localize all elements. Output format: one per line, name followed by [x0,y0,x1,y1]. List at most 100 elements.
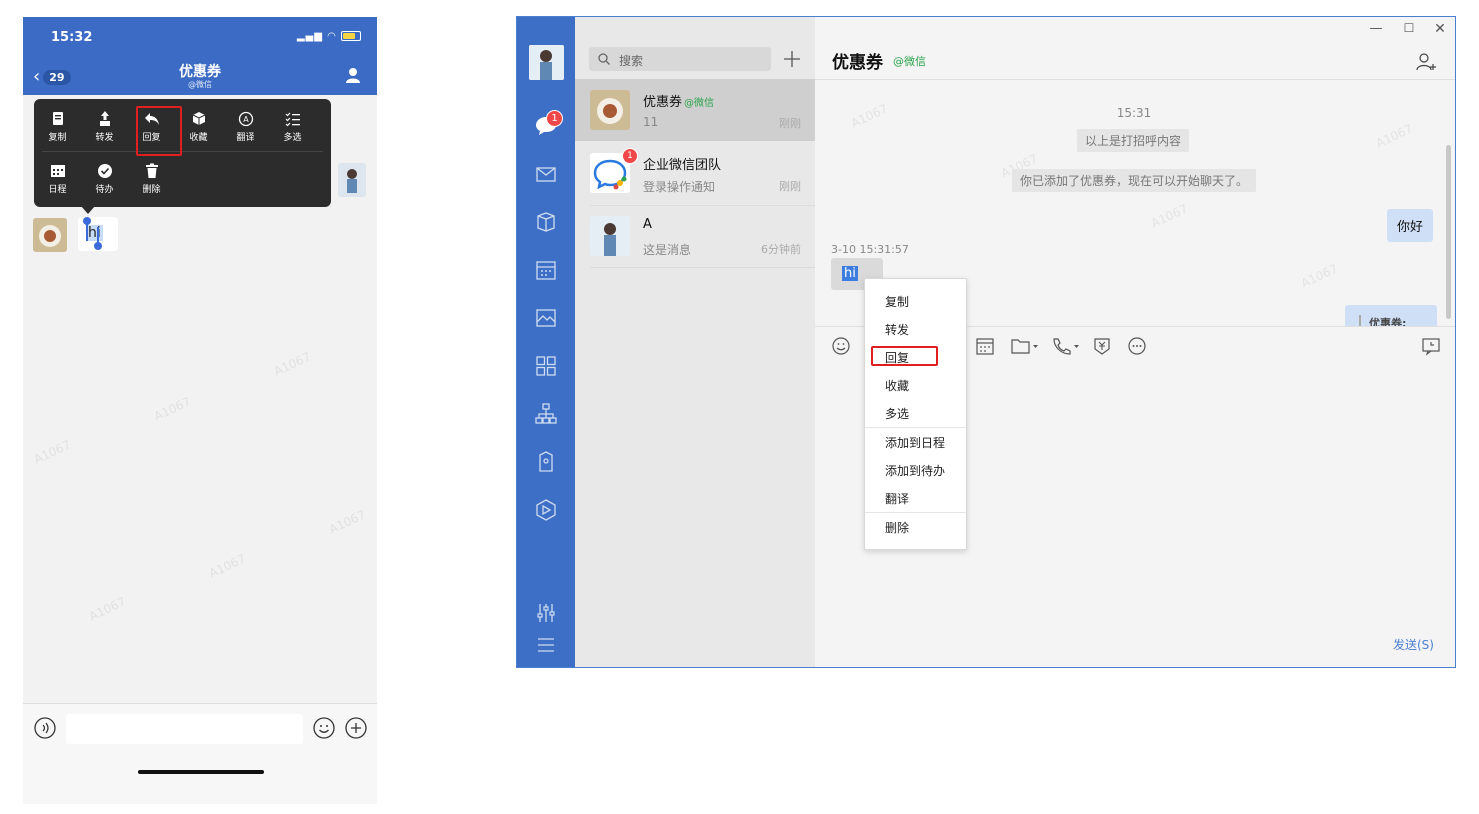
menu-multiselect[interactable]: 多选 [269,111,316,143]
incoming-message-text[interactable]: hi [842,266,858,281]
quote-label: 优惠券: [1359,315,1406,326]
system-message: 你已添加了优惠券，现在可以开始聊天了。 [1012,169,1257,192]
phone-icon[interactable] [1051,336,1081,356]
translate-icon: A [238,111,253,127]
menu-forward[interactable]: 转发 [81,111,128,143]
hamburger-menu-icon[interactable] [534,633,558,657]
calendar-icon[interactable] [534,258,558,282]
check-circle-icon [97,164,112,178]
watermark: A1067 [1373,121,1415,151]
more-icon[interactable] [1127,336,1147,356]
scrollbar[interactable] [1446,145,1451,319]
watermark: A1067 [151,394,193,424]
conversation-time: 刚刚 [779,180,801,193]
conversation-time: 刚刚 [779,117,801,130]
menu-divider [865,512,966,513]
menu-row: 日程 待办 删除 [34,163,331,195]
outgoing-message[interactable]: 你好 [1387,209,1434,242]
hexagon-icon[interactable] [534,498,558,522]
menu-schedule[interactable]: 日程 [34,163,81,195]
voice-icon[interactable] [34,717,56,739]
conversation-avatar [590,90,630,130]
mobile-screen: A1067 A1067 A1067 A1067 A1067 A1067 A106… [23,17,377,804]
wechat-tag: @微信 [893,55,926,68]
add-member-icon[interactable] [1415,51,1437,73]
menu-copy[interactable]: 复制 [34,111,81,143]
document-cube-icon[interactable] [534,210,558,234]
unread-badge: 1 [546,110,563,127]
menu-delete[interactable]: 删除 [128,163,175,195]
menu-item-forward[interactable]: 转发 [885,321,909,338]
conversation-item[interactable]: A 这是消息 6分钟前 [575,205,815,267]
search-icon [598,53,610,65]
conversation-name: A [643,217,652,232]
conversation-item[interactable]: 优惠券 @微信 11 刚刚 [575,79,815,141]
minimize-button[interactable]: — [1368,21,1384,37]
contact-avatar[interactable] [33,218,67,252]
status-indicators: ▂▄▆ ◠ [297,31,361,42]
message-text-selected[interactable]: hi [86,225,103,241]
history-icon[interactable] [1421,336,1441,356]
own-avatar[interactable] [338,163,366,197]
message-action-menu: 复制 转发 回复 收藏 A 翻译 多选 日程 待办 删除 [34,99,331,207]
menu-favorite[interactable]: 收藏 [175,111,222,143]
signal-icon: ▂▄▆ [296,31,323,42]
plus-icon[interactable] [781,48,803,70]
send-button[interactable]: 发送(S) [1393,636,1434,653]
menu-item-translate[interactable]: 翻译 [885,490,909,507]
menu-item-add-schedule[interactable]: 添加到日程 [885,434,945,451]
mail-icon[interactable] [534,162,558,186]
plus-icon[interactable] [345,717,367,739]
watermark: A1067 [86,594,128,624]
conversation-item[interactable]: 1 企业微信团队 登录操作通知 刚刚 [575,142,815,204]
menu-item-add-todo[interactable]: 添加到待办 [885,462,945,479]
context-menu: 复制 转发 回复 收藏 多选 添加到日程 添加到待办 翻译 删除 [864,278,967,550]
watermark: A1067 [206,551,248,581]
folder-icon[interactable] [1010,336,1040,356]
menu-item-copy[interactable]: 复制 [885,293,909,310]
red-packet-icon[interactable] [1092,336,1112,356]
menu-translate[interactable]: A 翻译 [222,111,269,143]
watermark: A1067 [1298,261,1340,291]
message-timestamp: 3-10 15:31:57 [831,243,909,256]
close-button[interactable]: ✕ [1432,21,1448,37]
svg-text:A: A [243,115,249,124]
selection-caret [86,223,88,241]
emoji-icon[interactable] [313,717,335,739]
search-box[interactable]: 搜索 [589,47,771,71]
conversation-preview: 登录操作通知 [643,180,716,194]
apps-grid-icon[interactable] [534,354,558,378]
system-timestamp: 15:31 [1116,106,1152,120]
menu-item-multiselect[interactable]: 多选 [885,405,909,422]
tag-icon[interactable] [534,450,558,474]
org-chart-icon[interactable] [534,402,558,426]
share-icon [99,111,110,126]
input-bar [23,703,377,804]
image-icon[interactable] [534,306,558,330]
contact-profile-icon[interactable] [345,67,361,83]
cube-icon [192,112,205,125]
watermark: A1067 [31,437,73,467]
message-input[interactable] [66,714,303,744]
menu-item-favorite[interactable]: 收藏 [885,377,909,394]
selection-handle-end[interactable] [94,242,102,250]
watermark: A1067 [326,507,368,537]
menu-row: 复制 转发 回复 收藏 A 翻译 多选 [34,111,331,143]
reply-highlight-box [136,106,182,156]
emoji-icon[interactable] [831,336,851,356]
home-indicator [138,770,264,774]
reply-highlight-box [871,346,938,366]
own-avatar[interactable] [529,45,564,80]
copy-icon [52,112,63,125]
menu-item-delete[interactable]: 删除 [885,519,909,536]
selection-caret [97,227,99,243]
chat-header: 优惠券 @微信 — ☐ ✕ [815,17,1455,80]
calendar-icon [50,165,65,177]
maximize-button[interactable]: ☐ [1401,21,1417,37]
menu-todo[interactable]: 待办 [81,163,128,195]
calendar-icon[interactable] [975,336,995,356]
unread-badge: 1 [622,148,638,164]
settings-sliders-icon[interactable] [534,601,558,625]
phone-header: 15:32 ▂▄▆ ◠ ‹ 29 优惠券 @微信 [23,17,377,95]
chat-subtitle: @微信 [188,80,212,89]
